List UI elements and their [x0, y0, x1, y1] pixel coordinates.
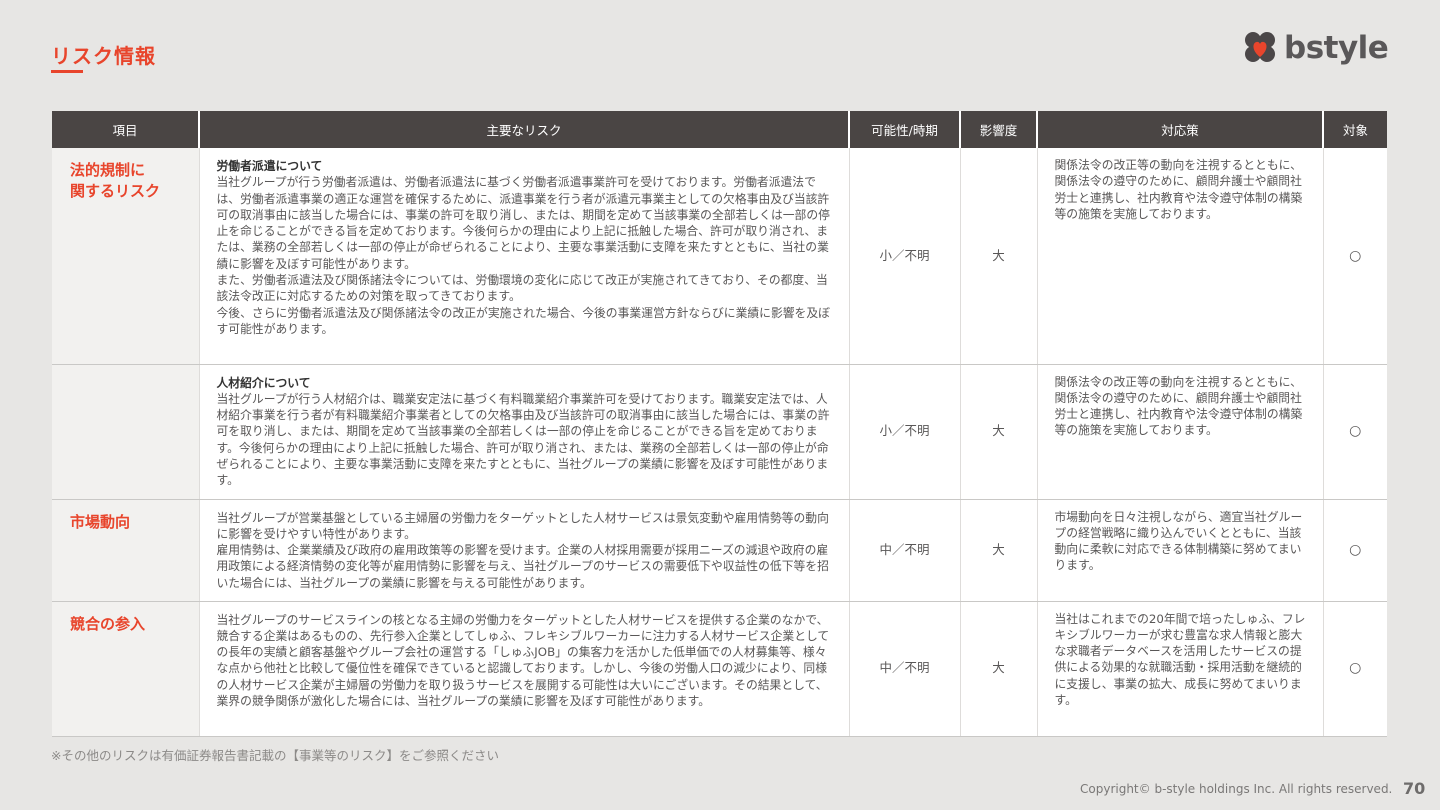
impact-cell: 大 — [959, 364, 1037, 500]
table-row: 人材紹介について 当社グループが行う人材紹介は、職業安定法に基づく有料職業紹介事… — [52, 364, 1387, 500]
table-row: 市場動向 当社グループが営業基盤としている主婦層の労働力をターゲットとした人材サ… — [52, 499, 1387, 602]
risk-cell: 当社グループが営業基盤としている主婦層の労働力をターゲットとした人材サービスは景… — [198, 499, 849, 602]
copyright-notice: Copyright© b-style holdings Inc. All rig… — [1080, 782, 1393, 796]
risk-title: 人材紹介について — [216, 375, 311, 390]
footnote: ※その他のリスクは有価証券報告書記載の【事業等のリスク】をご参照ください — [51, 748, 499, 763]
measure-cell: 関係法令の改正等の動向を注視するとともに、関係法令の遵守のために、顧問弁護士や顧… — [1036, 364, 1323, 500]
header-likelihood: 可能性/時期 — [848, 111, 960, 148]
target-cell: ○ — [1322, 499, 1387, 602]
impact-cell: 大 — [959, 148, 1037, 365]
risk-cell: 当社グループのサービスラインの核となる主婦の労働力をターゲットとした人材サービス… — [198, 601, 849, 737]
clover-heart-logo-icon — [1245, 32, 1275, 62]
likelihood-cell: 中／不明 — [848, 601, 960, 737]
risk-description: 当社グループが営業基盤としている主婦層の労働力をターゲットとした人材サービスは景… — [216, 510, 829, 590]
table-row: 競合の参入 当社グループのサービスラインの核となる主婦の労働力をターゲットとした… — [52, 601, 1387, 737]
category-cell: 市場動向 — [52, 499, 199, 602]
measure-cell: 市場動向を日々注視しながら、適宜当社グループの経営戦略に織り込んでいくとともに、… — [1036, 499, 1323, 602]
category-cell — [52, 364, 199, 500]
likelihood-cell: 小／不明 — [848, 364, 960, 500]
title-underline — [51, 70, 83, 73]
brand-logo: bstyle — [1240, 28, 1389, 68]
risk-cell: 人材紹介について 当社グループが行う人材紹介は、職業安定法に基づく有料職業紹介事… — [198, 364, 849, 500]
risk-description: 当社グループが行う人材紹介は、職業安定法に基づく有料職業紹介事業許可を受けており… — [216, 391, 830, 488]
category-cell: 競合の参入 — [52, 601, 199, 737]
logo-wordmark: bstyle — [1284, 29, 1389, 66]
measure-cell: 当社はこれまでの20年間で培ったしゅふ、フレキシブルワーカーが求む豊富な求人情報… — [1036, 601, 1323, 737]
risk-cell: 労働者派遣について 当社グループが行う労働者派遣は、労働者派遣法に基づく労働者派… — [198, 148, 849, 365]
table-header-row: 項目 主要なリスク 可能性/時期 影響度 対応策 対象 — [52, 111, 1387, 148]
risk-title: 労働者派遣について — [216, 159, 323, 173]
measure-cell: 関係法令の改正等の動向を注視するとともに、関係法令の遵守のために、顧問弁護士や顧… — [1036, 148, 1323, 365]
header-target: 対象 — [1322, 111, 1387, 148]
impact-cell: 大 — [959, 499, 1037, 602]
target-cell: ○ — [1322, 364, 1387, 500]
page-title: リスク情報 — [51, 44, 156, 68]
table-row: 法的規制に 関するリスク 労働者派遣について 当社グループが行う労働者派遣は、労… — [52, 148, 1387, 365]
header-measure: 対応策 — [1036, 111, 1323, 148]
risk-description: 当社グループのサービスラインの核となる主婦の労働力をターゲットとした人材サービス… — [216, 612, 830, 708]
impact-cell: 大 — [959, 601, 1037, 737]
risk-table: 項目 主要なリスク 可能性/時期 影響度 対応策 対象 法的規制に 関するリスク… — [52, 111, 1387, 737]
header-main-risk: 主要なリスク — [198, 111, 849, 148]
likelihood-cell: 小／不明 — [848, 148, 960, 365]
target-cell: ○ — [1322, 601, 1387, 737]
target-cell: ○ — [1322, 148, 1387, 365]
category-cell: 法的規制に 関するリスク — [52, 148, 199, 365]
header-impact: 影響度 — [959, 111, 1037, 148]
page-number: 70 — [1403, 779, 1426, 798]
risk-description: 当社グループが行う労働者派遣は、労働者派遣法に基づく労働者派遣事業許可を受けてお… — [216, 175, 830, 336]
likelihood-cell: 中／不明 — [848, 499, 960, 602]
header-item: 項目 — [52, 111, 199, 148]
